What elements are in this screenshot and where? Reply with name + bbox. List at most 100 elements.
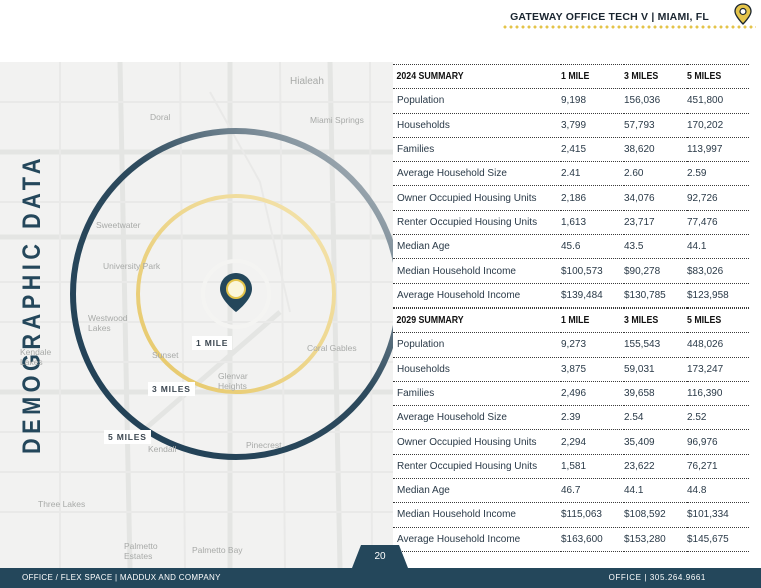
row-label: Families xyxy=(393,381,561,407)
value-3-miles: 155,543 xyxy=(624,332,687,358)
value-5-miles: 92,726 xyxy=(687,185,749,211)
table-row: Average Household Income $163,600 $153,280… xyxy=(393,527,749,552)
value-1-mile: 46.7 xyxy=(561,478,624,504)
value-5-miles: 77,476 xyxy=(687,210,749,236)
table-row: Families 2,415 38,620 113,997 xyxy=(393,137,749,163)
map-label-glenvar-heights: Glenvar Heights xyxy=(218,371,248,391)
value-5-miles: $145,675 xyxy=(687,527,749,552)
table-row: Renter Occupied Housing Units 1,581 23,622… xyxy=(393,454,749,480)
footer-bar: OFFICE / FLEX SPACE | MADDUX AND COMPANY… xyxy=(0,568,761,588)
value-1-mile: $139,484 xyxy=(561,283,624,308)
value-3-miles: 156,036 xyxy=(624,88,687,114)
value-5-miles: 2.59 xyxy=(687,161,749,187)
value-3-miles: $153,280 xyxy=(624,527,687,552)
value-1-mile: 9,198 xyxy=(561,88,624,114)
map-label-three-lakes: Three Lakes xyxy=(38,499,86,509)
column-header-5-miles: 5 MILES xyxy=(687,63,742,90)
value-5-miles: $123,958 xyxy=(687,283,749,308)
value-3-miles: 57,793 xyxy=(624,113,687,138)
table-row: Average Household Income $139,484 $130,785… xyxy=(393,283,749,308)
value-1-mile: 3,799 xyxy=(561,113,624,138)
map-label-university-park: University Park xyxy=(103,261,161,271)
column-header-3-miles: 3 MILES xyxy=(624,63,680,90)
value-1-mile: 1,613 xyxy=(561,210,624,236)
value-1-mile: 2,186 xyxy=(561,185,624,211)
footer-left-text: OFFICE / FLEX SPACE | MADDUX AND COMPANY xyxy=(22,573,221,582)
table-row: Households 3,875 59,031 173,247 xyxy=(393,357,749,382)
value-1-mile: $100,573 xyxy=(561,258,624,284)
value-1-mile: 45.6 xyxy=(561,234,624,260)
value-3-miles: 2.54 xyxy=(624,405,687,431)
document-header-title: GATEWAY OFFICE TECH V | MIAMI, FL xyxy=(510,11,709,23)
value-1-mile: 3,875 xyxy=(561,357,624,382)
value-3-miles: 38,620 xyxy=(624,137,687,163)
value-5-miles: 170,202 xyxy=(687,113,749,138)
row-label: Average Household Income xyxy=(393,283,561,308)
row-label: Median Household Income xyxy=(393,502,561,528)
value-5-miles: 448,026 xyxy=(687,332,749,358)
table-row: Median Age 45.6 43.5 44.1 xyxy=(393,234,749,260)
value-5-miles: $101,334 xyxy=(687,502,749,528)
ring-label-three-miles: 3 MILES xyxy=(148,382,195,396)
table-row: Families 2,496 39,658 116,390 xyxy=(393,381,749,407)
table-row: Renter Occupied Housing Units 1,613 23,717… xyxy=(393,210,749,236)
table-row: Median Age 46.7 44.1 44.8 xyxy=(393,478,749,504)
value-1-mile: 2,294 xyxy=(561,429,624,455)
row-label: Owner Occupied Housing Units xyxy=(393,185,561,211)
value-3-miles: 2.60 xyxy=(624,161,687,187)
value-3-miles: 23,717 xyxy=(624,210,687,236)
ring-label-five-miles: 5 MILES xyxy=(104,430,151,444)
map-label-pinecrest: Pinecrest xyxy=(246,440,282,450)
map-label-kendale-lakes: Kendale Lakes xyxy=(20,347,52,367)
vertical-section-title: DEMOGRAPHIC DATA xyxy=(18,154,46,454)
summary-2024-table: 2024 SUMMARY 1 MILE 3 MILES 5 MILES Popu… xyxy=(393,63,749,308)
value-3-miles: 34,076 xyxy=(624,185,687,211)
value-5-miles: 173,247 xyxy=(687,357,749,382)
row-label: Average Household Size xyxy=(393,405,561,431)
map-label-sunset: Sunset xyxy=(152,350,179,360)
table-row: Owner Occupied Housing Units 2,294 35,409 9… xyxy=(393,429,749,455)
page-number: 20 xyxy=(374,551,386,562)
value-3-miles: $90,278 xyxy=(624,258,687,284)
row-label: Renter Occupied Housing Units xyxy=(393,454,561,480)
value-5-miles: 76,271 xyxy=(687,454,749,480)
value-3-miles: $108,592 xyxy=(624,502,687,528)
summary-2029-title: 2029 SUMMARY xyxy=(393,307,541,334)
value-3-miles: $130,785 xyxy=(624,283,687,308)
value-1-mile: 1,581 xyxy=(561,454,624,480)
value-1-mile: 2.39 xyxy=(561,405,624,431)
map-label-doral: Doral xyxy=(150,112,171,122)
map-label-sweetwater: Sweetwater xyxy=(96,220,141,230)
value-5-miles: 44.8 xyxy=(687,478,749,504)
row-label: Households xyxy=(393,113,561,138)
value-3-miles: 59,031 xyxy=(624,357,687,382)
row-label: Households xyxy=(393,357,561,382)
map-label-miami-springs: Miami Springs xyxy=(310,115,364,125)
value-5-miles: 116,390 xyxy=(687,381,749,407)
header-dotted-divider xyxy=(502,25,756,29)
map-label-palmetto-estates: Palmetto Estates xyxy=(124,541,158,561)
row-label: Renter Occupied Housing Units xyxy=(393,210,561,236)
row-label: Population xyxy=(393,332,561,358)
table-row: Population 9,273 155,543 448,026 xyxy=(393,332,749,358)
value-5-miles: 113,997 xyxy=(687,137,749,163)
map-label-palmetto-bay: Palmetto Bay xyxy=(192,545,243,555)
row-label: Population xyxy=(393,88,561,114)
table-row: Median Household Income $100,573 $90,278 $8… xyxy=(393,258,749,284)
value-5-miles: 451,800 xyxy=(687,88,749,114)
value-3-miles: 23,622 xyxy=(624,454,687,480)
value-1-mile: $115,063 xyxy=(561,502,624,528)
value-5-miles: 96,976 xyxy=(687,429,749,455)
row-label: Families xyxy=(393,137,561,163)
row-label: Median Age xyxy=(393,478,561,504)
row-label: Average Household Size xyxy=(393,161,561,187)
row-label: Average Household Income xyxy=(393,527,561,552)
map-roads xyxy=(0,62,393,568)
column-header-1-mile: 1 MILE xyxy=(561,63,617,90)
table-row: Owner Occupied Housing Units 2,186 34,076 9… xyxy=(393,185,749,211)
value-5-miles: 44.1 xyxy=(687,234,749,260)
value-5-miles: 2.52 xyxy=(687,405,749,431)
page-number-tab: 20 xyxy=(352,545,408,568)
demographic-tables: 2024 SUMMARY 1 MILE 3 MILES 5 MILES Popu… xyxy=(393,63,749,552)
value-3-miles: 43.5 xyxy=(624,234,687,260)
